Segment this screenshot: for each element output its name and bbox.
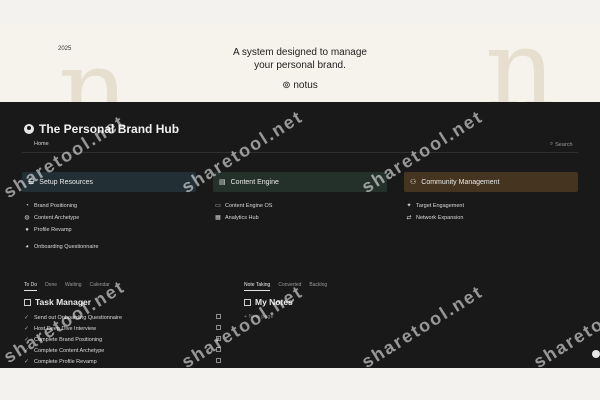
page-title: The Personal Brand Hub bbox=[24, 122, 179, 136]
tab-done[interactable]: Done bbox=[45, 282, 57, 291]
task-row[interactable]: ✓ Complete Profile Revamp bbox=[24, 356, 224, 367]
task-checkbox[interactable] bbox=[216, 347, 221, 352]
notus-logo: ⊚ notus bbox=[282, 80, 318, 91]
link-network-expansion[interactable]: ⇄ Network Expansion bbox=[406, 212, 464, 224]
new-page-button[interactable]: + New page bbox=[244, 314, 274, 320]
help-icon[interactable] bbox=[592, 350, 600, 358]
card-setup-resources[interactable]: ☰ Setup Resources bbox=[22, 172, 196, 192]
search-label: Search bbox=[555, 141, 573, 148]
circle-icon: ● bbox=[25, 227, 29, 233]
setup-links: ◔ Brand Positioning ◍ Content Archetype ● P… bbox=[24, 200, 99, 253]
link-analytics-hub[interactable]: ▦ Analytics Hub bbox=[215, 212, 272, 224]
user-icon bbox=[24, 124, 34, 134]
tagline: A system designed to manage your persona… bbox=[0, 46, 600, 72]
check-icon: ✓ bbox=[24, 348, 30, 354]
link-profile-revamp[interactable]: ● Profile Revamp bbox=[24, 224, 99, 236]
top-margin bbox=[0, 0, 600, 24]
task-checkbox[interactable] bbox=[216, 314, 221, 319]
people-icon: ⚇ bbox=[410, 179, 417, 186]
header-banner: n n 2025 A system designed to manage you… bbox=[0, 24, 600, 102]
task-checkbox[interactable] bbox=[216, 358, 221, 363]
community-links: ✦ Target Engagement ⇄ Network Expansion bbox=[406, 200, 464, 224]
checkbox-icon bbox=[24, 298, 31, 306]
task-row[interactable]: ✓ Complete Brand Positioning bbox=[24, 334, 224, 345]
notion-workspace: The Personal Brand Hub Home ⌕ Search ☰ S… bbox=[0, 102, 600, 368]
card-label: Content Engine bbox=[230, 178, 279, 186]
link-content-archetype[interactable]: ◍ Content Archetype bbox=[24, 212, 99, 224]
link-content-engine-os[interactable]: ▭ Content Engine OS bbox=[215, 200, 272, 212]
bottom-margin bbox=[0, 368, 600, 400]
document-icon: ▤ bbox=[219, 179, 226, 186]
page: n n 2025 A system designed to manage you… bbox=[0, 0, 600, 400]
grid-icon: ▦ bbox=[215, 215, 221, 221]
card-content-engine[interactable]: ▤ Content Engine bbox=[213, 172, 387, 192]
stack-icon: ☰ bbox=[28, 179, 35, 186]
content-links: ▭ Content Engine OS ▦ Analytics Hub bbox=[215, 200, 272, 224]
check-icon: ✓ bbox=[24, 337, 30, 343]
check-icon: ✓ bbox=[24, 359, 30, 365]
link-brand-positioning[interactable]: ◔ Brand Positioning bbox=[24, 200, 99, 212]
chart-icon: ◕ bbox=[25, 244, 29, 250]
link-target-engagement[interactable]: ✦ Target Engagement bbox=[406, 200, 464, 212]
task-checkbox[interactable] bbox=[216, 325, 221, 330]
task-row[interactable]: ✓ Send out Onboarding Questionnaire bbox=[24, 312, 224, 323]
tab-calendar[interactable]: Calendar bbox=[90, 282, 110, 291]
task-checkbox[interactable] bbox=[216, 336, 221, 341]
card-label: Community Management bbox=[421, 178, 500, 186]
task-list: ✓ Send out Onboarding Questionnaire ✓ Host… bbox=[24, 312, 224, 367]
star-icon: ✦ bbox=[406, 203, 412, 209]
notes-view-tabs: Note Taking Converted Backlog bbox=[244, 282, 327, 291]
globe-icon: ◍ bbox=[24, 215, 30, 221]
divider bbox=[22, 152, 578, 153]
tab-note-taking[interactable]: Note Taking bbox=[244, 282, 271, 291]
card-community-management[interactable]: ⚇ Community Management bbox=[404, 172, 578, 192]
task-row[interactable]: ✓ Complete Content Archetype bbox=[24, 345, 224, 356]
tagline-line-2: your personal brand. bbox=[254, 60, 346, 71]
tab-backlog[interactable]: Backlog bbox=[309, 282, 327, 291]
network-icon: ⇄ bbox=[406, 215, 412, 221]
task-row[interactable]: ✓ Host Deep Dive Interview bbox=[24, 323, 224, 334]
note-icon bbox=[244, 298, 251, 306]
notes-title: My Notes bbox=[244, 297, 293, 307]
check-icon: ✓ bbox=[24, 315, 30, 321]
tab-waiting[interactable]: Waiting bbox=[65, 282, 82, 291]
card-label: Setup Resources bbox=[39, 178, 93, 186]
tab-home[interactable]: Home bbox=[34, 141, 49, 147]
page-title-text: The Personal Brand Hub bbox=[39, 122, 180, 136]
check-icon: ✓ bbox=[24, 326, 30, 332]
tab-to-do[interactable]: To Do bbox=[24, 282, 38, 291]
tab-converted[interactable]: Converted bbox=[278, 282, 301, 291]
task-manager-title: Task Manager bbox=[24, 297, 91, 307]
task-view-tabs: To Do Done Waiting Calendar bbox=[24, 282, 110, 291]
search-button[interactable]: ⌕ Search bbox=[550, 141, 573, 148]
pie-icon: ◔ bbox=[25, 203, 29, 209]
search-icon: ⌕ bbox=[550, 141, 554, 147]
link-onboarding-questionnaire[interactable]: ◕ Onboarding Questionnaire bbox=[24, 241, 98, 253]
tagline-line-1: A system designed to manage bbox=[233, 47, 367, 58]
folder-icon: ▭ bbox=[215, 203, 221, 209]
